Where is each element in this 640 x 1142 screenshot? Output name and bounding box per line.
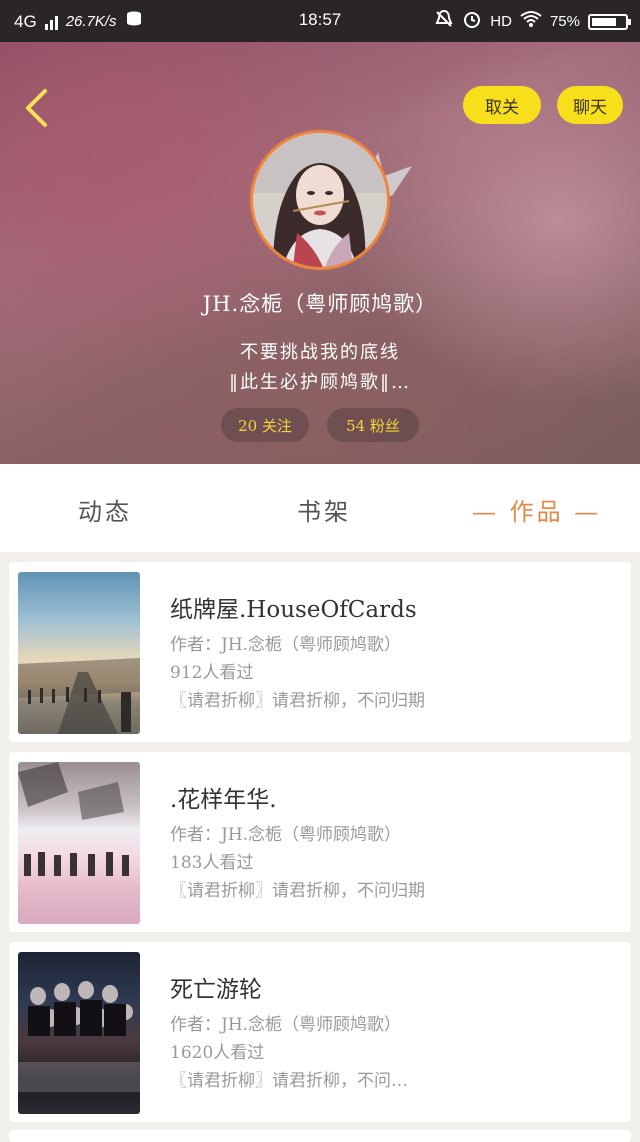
book-title: 死亡游轮 — [170, 977, 262, 1003]
bio-line-1: 不要挑战我的底线 — [240, 342, 400, 363]
book-description: 〖请君折柳〗请君折柳，不问… — [170, 1071, 408, 1091]
bio-line-2: ‖此生必护顾鸠歌‖… — [229, 372, 411, 393]
book-title: 纸牌屋.HouseOfCards — [170, 597, 417, 623]
alarm-icon — [462, 9, 482, 34]
wifi-icon — [520, 10, 542, 33]
book-title: .花样年华. — [170, 787, 277, 813]
battery-level — [592, 17, 616, 26]
book-views: 183人看过 — [170, 853, 254, 873]
profile-tabs: 动态 书架 — 作品 — — [0, 464, 640, 552]
book-cover — [18, 762, 140, 924]
avatar-image — [253, 133, 387, 267]
book-author: 作者：JH.念栀（粤师顾鸠歌） — [170, 825, 402, 845]
mute-bell-icon — [434, 9, 454, 34]
next-card-edge — [9, 1130, 631, 1142]
chat-button[interactable]: 聊天 — [557, 86, 623, 124]
status-bar: 4G 26.7K/s 18:57 HD 75% — [0, 0, 640, 42]
avatar[interactable] — [250, 130, 390, 270]
nickname: JH.念栀（粤师顾鸠歌） — [202, 292, 438, 316]
followers-count[interactable]: 54 粉丝 — [327, 408, 419, 442]
tab-works[interactable]: — 作品 — — [472, 492, 601, 527]
book-author: 作者：JH.念栀（粤师顾鸠歌） — [170, 635, 402, 655]
book-description: 〖请君折柳〗请君折柳，不问归期 — [170, 691, 425, 711]
back-button[interactable] — [18, 86, 54, 130]
book-description: 〖请君折柳〗请君折柳，不问归期 — [170, 881, 425, 901]
book-card[interactable]: 纸牌屋.HouseOfCards 作者：JH.念栀（粤师顾鸠歌） 912人看过 … — [9, 562, 631, 742]
hd-label: HD — [490, 13, 512, 30]
battery-icon — [588, 13, 631, 30]
book-author: 作者：JH.念栀（粤师顾鸠歌） — [170, 1015, 402, 1035]
book-views: 1620人看过 — [170, 1043, 265, 1063]
battery-percent: 75% — [549, 13, 580, 30]
book-cover — [18, 572, 140, 734]
following-count[interactable]: 20 关注 — [221, 408, 309, 442]
book-card[interactable]: .花样年华. 作者：JH.念栀（粤师顾鸠歌） 183人看过 〖请君折柳〗请君折柳… — [9, 752, 631, 932]
profile-header: 取关 聊天 JH.念栀（粤师顾鸠歌） 不要挑战我的底线 ‖此生必护顾鸠歌‖… 2… — [0, 42, 640, 464]
book-card[interactable]: 死亡游轮 作者：JH.念栀（粤师顾鸠歌） 1620人看过 〖请君折柳〗请君折柳，… — [9, 942, 631, 1122]
chevron-left-icon — [26, 89, 47, 127]
book-views: 912人看过 — [170, 663, 254, 683]
status-right: HD 75% — [434, 9, 631, 34]
unfollow-button[interactable]: 取关 — [463, 86, 541, 124]
tab-bookshelf[interactable]: 书架 — [297, 492, 351, 527]
tab-dynamic[interactable]: 动态 — [78, 492, 132, 527]
book-cover — [18, 952, 140, 1114]
